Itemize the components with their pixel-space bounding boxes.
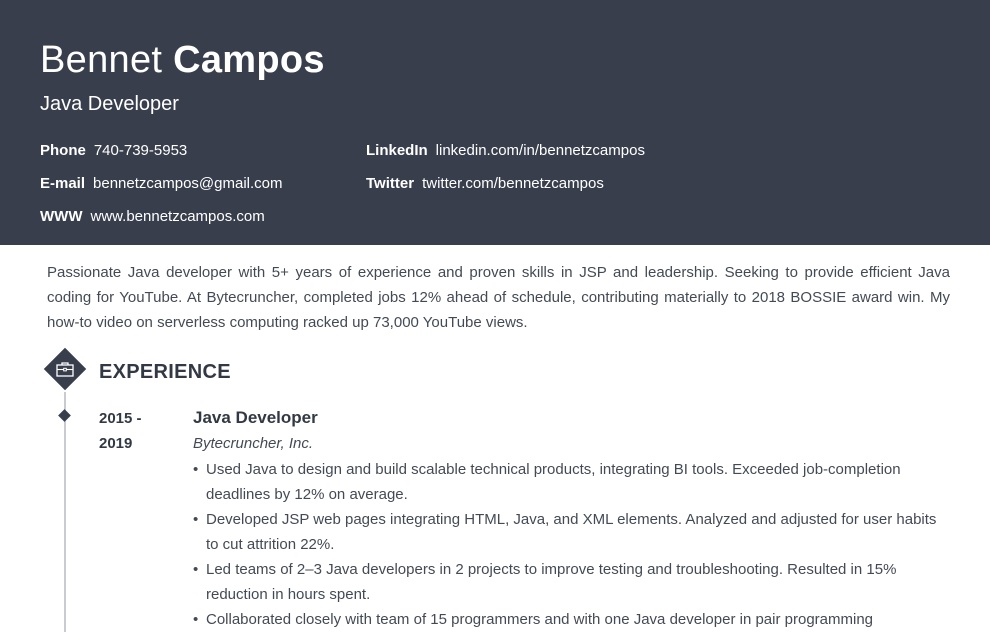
job-dates: 2015 - 2019	[99, 410, 142, 452]
job-title: Java Developer	[40, 93, 179, 115]
contact-value: www.bennetzcampos.com	[90, 208, 265, 225]
timeline-line	[64, 392, 66, 632]
contact-twitter: Twitter twitter.com/bennetzcampos	[366, 175, 604, 193]
contact-label: E-mail	[40, 175, 86, 192]
contact-linkedin: LinkedIn linkedin.com/in/bennetzcampos	[366, 142, 645, 160]
contact-value: 740-739-5953	[93, 142, 188, 159]
contact-phone: Phone 740-739-5953	[40, 142, 187, 160]
profile-summary: Passionate Java developer with 5+ years …	[47, 264, 950, 331]
resume-header: Bennet Campos Java Developer Phone 740-73…	[0, 0, 990, 245]
last-name: Campos	[173, 39, 325, 81]
bullet-item: Used Java to design and build scalable t…	[193, 457, 943, 507]
contact-label: Phone	[40, 142, 86, 159]
contact-website: WWW www.bennetzcampos.com	[40, 208, 265, 226]
contact-value: linkedin.com/in/bennetzcampos	[435, 142, 645, 159]
contact-label: Twitter	[366, 175, 415, 192]
contact-label: LinkedIn	[366, 142, 428, 159]
bullet-item: Developed JSP web pages integrating HTML…	[193, 507, 943, 557]
job-company: Bytecruncher, Inc.	[193, 435, 314, 452]
first-name: Bennet	[40, 39, 163, 81]
job-role: Java Developer	[193, 408, 318, 427]
timeline-dot	[58, 409, 71, 422]
contact-label: WWW	[40, 208, 83, 225]
bullet-item: Led teams of 2–3 Java developers in 2 pr…	[193, 557, 943, 607]
contact-email: E-mail bennetzcampos@gmail.com	[40, 175, 283, 193]
briefcase-icon	[56, 362, 74, 377]
section-title-experience: EXPERIENCE	[99, 361, 231, 383]
contact-value: bennetzcampos@gmail.com	[93, 175, 283, 192]
job-bullets: Used Java to design and build scalable t…	[193, 457, 943, 632]
candidate-name: Bennet Campos	[40, 38, 325, 82]
contact-value: twitter.com/bennetzcampos	[422, 175, 604, 192]
bullet-item: Collaborated closely with team of 15 pro…	[193, 607, 943, 632]
